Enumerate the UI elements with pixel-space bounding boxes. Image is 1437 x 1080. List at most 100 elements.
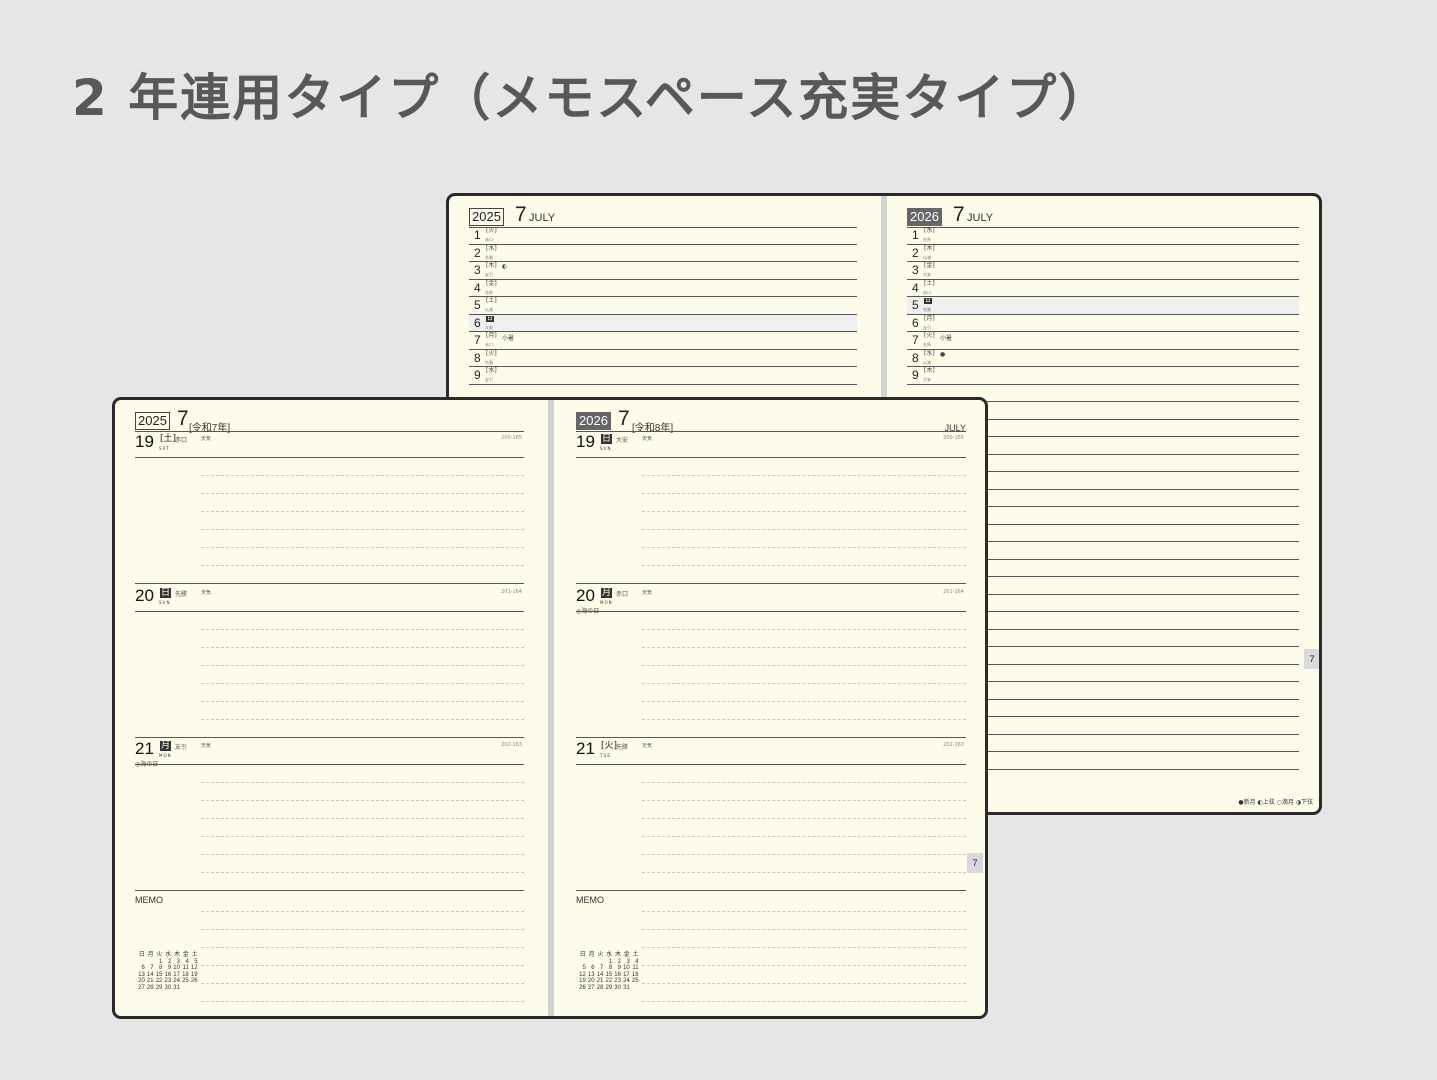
writing-line xyxy=(201,836,524,837)
calendar-cell: 28 xyxy=(146,984,154,991)
day-rule xyxy=(135,764,524,765)
mini-calendar: 日月火水木金土 1 2 3 4 5 6 7 8 9 10 11 12 13 14 15 16 17 18 19 20 21… xyxy=(577,952,639,991)
month-en-label: JULY xyxy=(529,212,556,224)
day-row: 7 [火] 先負 小暑 xyxy=(907,332,1299,350)
weekday-en: TUE xyxy=(600,753,611,758)
rokuyo-label: 先勝 xyxy=(616,744,629,751)
day-number: 7 xyxy=(474,333,481,347)
memo-line xyxy=(642,911,966,912)
memo-label: MEMO xyxy=(576,895,604,905)
writing-line xyxy=(201,800,524,801)
memo-line xyxy=(642,929,966,930)
weekday-label: [水] xyxy=(486,367,497,374)
day-count: 201-164 xyxy=(943,589,964,595)
day-number: 21 xyxy=(135,739,154,758)
day-number: 4 xyxy=(474,280,481,295)
daily-diary-spread: 2025 7 [令和7年] 19 [土] SAT 赤口 天気 200-165 20 日 SUN 先… xyxy=(112,397,988,1019)
writing-line xyxy=(201,818,524,819)
day-row: 1 [水] 先負 xyxy=(907,227,1299,245)
calendar-cell: 27 xyxy=(138,984,145,991)
day-count: 202-163 xyxy=(943,742,964,748)
rokuyo-label: 先勝 xyxy=(485,359,493,365)
weather-label: 天気 xyxy=(201,743,212,749)
calendar-cell xyxy=(630,985,639,992)
day-row: 5 日先勝 xyxy=(907,297,1299,315)
weekday-label: [水] xyxy=(924,227,935,234)
memo-line xyxy=(201,1001,524,1002)
weather-label: 天気 xyxy=(201,590,212,596)
memo-line xyxy=(642,965,966,966)
memo-line xyxy=(201,965,524,966)
writing-line xyxy=(201,683,524,684)
day-rule xyxy=(576,764,966,765)
writing-line xyxy=(201,529,524,530)
day-section: 20 月 MON 赤口 天気 201-164 ◎海の日 xyxy=(576,586,966,738)
rokuyo-label: 先勝 xyxy=(175,591,188,598)
rokuyo-label: 赤口 xyxy=(616,591,629,598)
day-number: 9 xyxy=(474,368,481,382)
rokuyo-label: 先負 xyxy=(923,237,931,242)
writing-line xyxy=(642,665,966,666)
weekday-label: [火] xyxy=(924,332,935,339)
writing-line xyxy=(642,683,966,684)
weekday-label: [木] xyxy=(486,262,497,269)
day-row: 6 [月] 友引 xyxy=(907,315,1299,332)
header-rule xyxy=(576,431,966,432)
day-number: 4 xyxy=(912,280,919,295)
writing-line xyxy=(201,475,524,476)
day-number: 3 xyxy=(474,263,481,277)
writing-line xyxy=(642,800,966,801)
year-label: 2025 xyxy=(135,412,170,430)
writing-line xyxy=(642,647,966,648)
day-row: 3 [金] 大安 xyxy=(907,262,1299,280)
day-row: 8 [火] 先勝 xyxy=(469,350,857,367)
day-number: 5 xyxy=(912,298,919,312)
day-number: 6 xyxy=(912,315,919,330)
weekday-label: [水] xyxy=(924,349,935,357)
day-section: 20 日 SUN 先勝 天気 201-164 xyxy=(135,586,524,738)
page-header: 2026 7 [令和8年] JULY xyxy=(576,407,966,434)
day-row: 4 [金] 先負 xyxy=(469,279,857,297)
month-number: 7 xyxy=(618,407,630,430)
day-number: 1 xyxy=(912,228,919,242)
weekday-en: SUN xyxy=(159,600,171,605)
writing-line xyxy=(642,782,966,783)
daily-page-2025: 2025 7 [令和7年] 19 [土] SAT 赤口 天気 200-165 20 日 SUN 先… xyxy=(115,400,548,1016)
writing-line xyxy=(201,647,524,648)
month-index-tab[interactable]: 7 xyxy=(967,853,983,873)
weekday-label: 月 xyxy=(601,588,613,598)
rokuyo-label: 赤口 xyxy=(923,289,931,295)
calendar-cell: 26 xyxy=(579,984,586,991)
day-number: 19 xyxy=(135,432,154,451)
weekday-label: 月 xyxy=(160,741,172,751)
day-number: 21 xyxy=(576,739,595,758)
memo-line xyxy=(201,911,524,912)
calendar-cell xyxy=(180,985,189,992)
weather-label: 天気 xyxy=(642,436,653,442)
weekday-label: [金] xyxy=(924,262,935,269)
weekday-label: [土] xyxy=(924,279,935,287)
month-number: 7 xyxy=(515,203,527,226)
day-row: 3 [木] 友引 ◐ xyxy=(469,262,857,280)
calendar-cell: 31 xyxy=(623,984,630,991)
calendar-row: 26 27 28 29 30 31 xyxy=(577,985,639,992)
day-number: 9 xyxy=(912,368,919,382)
weekday-label: 日 xyxy=(601,434,613,444)
day-rule xyxy=(135,611,524,612)
weekday-label: 日 xyxy=(924,297,933,304)
rokuyo-label: 大安 xyxy=(923,272,931,277)
weekday-label: [土] xyxy=(160,434,177,444)
day-section: 21 [火] TUE 先勝 天気 202-163 xyxy=(576,739,966,891)
writing-line xyxy=(201,665,524,666)
day-count: 200-165 xyxy=(943,435,964,441)
day-section: 19 [土] SAT 赤口 天気 200-165 xyxy=(135,432,524,584)
weekday-label: [木] xyxy=(924,367,935,374)
day-note: 小暑 xyxy=(940,335,953,342)
rokuyo-label: 先負 xyxy=(485,289,493,295)
writing-line xyxy=(642,719,966,720)
rokuyo-label: 大安 xyxy=(616,437,629,444)
month-index-tab[interactable]: 7 xyxy=(1304,649,1319,669)
day-row: 7 [月] 赤口 小暑 xyxy=(469,332,857,350)
weekday-label: [金] xyxy=(486,279,497,287)
section-bottom-rule xyxy=(576,737,966,738)
